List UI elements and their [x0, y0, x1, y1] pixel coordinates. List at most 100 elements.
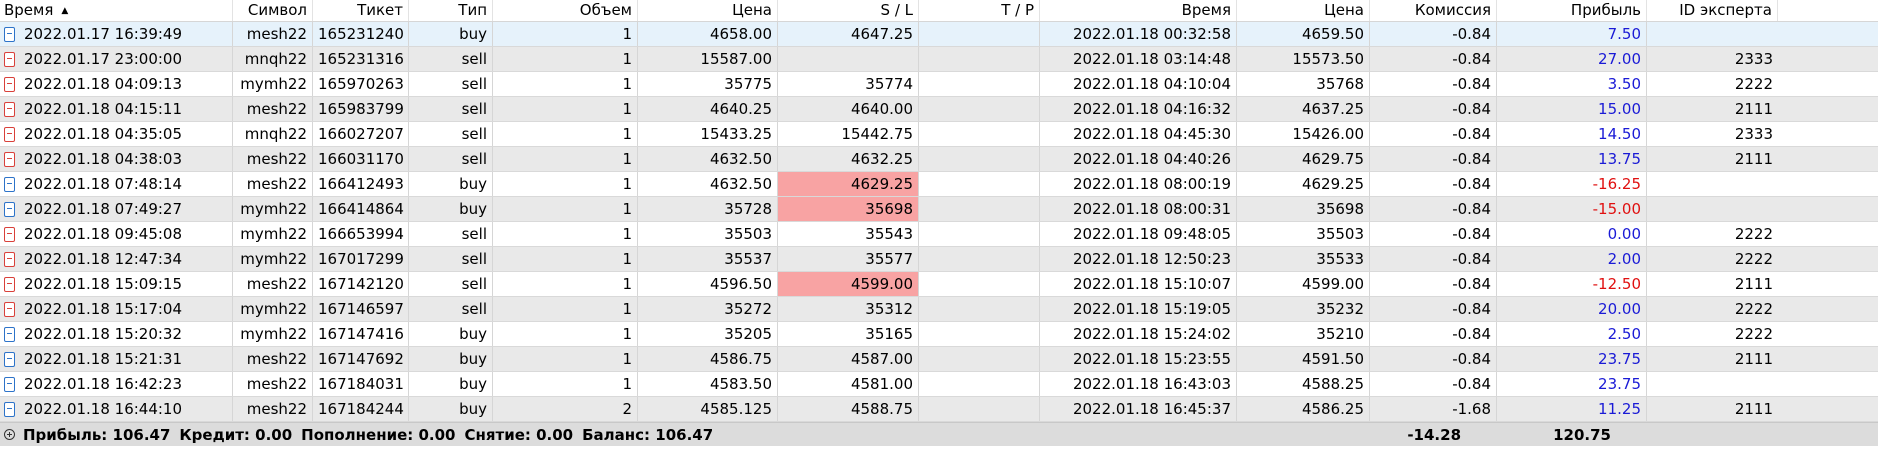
profit-cell: 3.50 [1497, 72, 1647, 96]
table-row[interactable]: 2022.01.18 15:21:31 mesh22 167147692 buy 1 45… [0, 347, 1878, 372]
column-header-open-time[interactable]: Время ▲ [0, 0, 233, 21]
sell-deal-icon [4, 276, 15, 292]
table-row[interactable]: 2022.01.18 16:42:23 mesh22 167184031 buy 1 45… [0, 372, 1878, 397]
column-header-price[interactable]: Цена [638, 0, 778, 21]
column-header-commission[interactable]: Комиссия [1370, 0, 1497, 21]
table-row[interactable]: 2022.01.18 09:45:08 mymh22 166653994 sell 1 3… [0, 222, 1878, 247]
commission-cell: -0.84 [1370, 322, 1497, 346]
commission-cell: -0.84 [1370, 197, 1497, 221]
close-time-cell: 2022.01.18 16:45:37 [1040, 397, 1237, 421]
commission-cell: -0.84 [1370, 272, 1497, 296]
expert-id-cell: 2111 [1734, 150, 1773, 168]
symbol-cell: mesh22 [233, 97, 313, 121]
table-row[interactable]: 2022.01.18 04:09:13 mymh22 165970263 sell 1 3… [0, 72, 1878, 97]
expert-id-cell [1647, 197, 1778, 221]
close-price-cell: 4629.25 [1237, 172, 1370, 196]
type-cell: sell [409, 272, 493, 296]
commission-cell: -0.84 [1370, 47, 1497, 71]
column-header-ticket[interactable]: Тикет [313, 0, 409, 21]
table-row[interactable]: 2022.01.18 04:15:11 mesh22 165983799 sell 1 4… [0, 97, 1878, 122]
close-price-cell: 4599.00 [1237, 272, 1370, 296]
ticket-cell: 166653994 [313, 222, 409, 246]
price-cell: 35775 [638, 72, 778, 96]
profit-cell: -16.25 [1497, 172, 1647, 196]
price-cell: 4583.50 [638, 372, 778, 396]
table-row[interactable]: 2022.01.18 12:47:34 mymh22 167017299 sell 1 3… [0, 247, 1878, 272]
expand-plus-icon[interactable] [4, 429, 15, 440]
volume-cell: 1 [493, 347, 638, 371]
open-time-cell: 2022.01.18 07:48:14 [0, 172, 233, 196]
sell-deal-icon [4, 251, 15, 267]
open-time-cell: 2022.01.18 15:20:32 [0, 322, 233, 346]
column-header-close-time[interactable]: Время [1040, 0, 1237, 21]
profit-cell: 15.00 [1497, 97, 1647, 121]
price-cell: 15587.00 [638, 47, 778, 71]
table-row[interactable]: 2022.01.18 16:44:10 mesh22 167184244 buy 2 45… [0, 397, 1878, 422]
price-cell: 35272 [638, 297, 778, 321]
close-time-cell: 2022.01.18 15:23:55 [1040, 347, 1237, 371]
commission-cell: -0.84 [1370, 22, 1497, 46]
close-time-cell: 2022.01.18 04:45:30 [1040, 122, 1237, 146]
volume-cell: 1 [493, 97, 638, 121]
commission-cell: -1.68 [1370, 397, 1497, 421]
table-row[interactable]: 2022.01.18 15:20:32 mymh22 167147416 buy 1 35… [0, 322, 1878, 347]
buy-deal-icon [4, 326, 15, 342]
column-header-expert-id[interactable]: ID эксперта [1647, 0, 1778, 21]
sl-cell: 4629.25 [778, 172, 919, 196]
expert-id-cell: 2333 [1734, 125, 1773, 143]
expert-id-cell: 2222 [1734, 325, 1773, 343]
open-time-cell: 2022.01.18 15:21:31 [0, 347, 233, 371]
volume-cell: 1 [493, 122, 638, 146]
volume-cell: 1 [493, 322, 638, 346]
close-time-cell: 2022.01.18 09:48:05 [1040, 222, 1237, 246]
tp-cell [919, 22, 1040, 46]
profit-cell: 27.00 [1497, 47, 1647, 71]
column-header-symbol[interactable]: Символ [233, 0, 313, 21]
symbol-cell: mesh22 [233, 397, 313, 421]
table-row[interactable]: 2022.01.18 04:35:05 mnqh22 166027207 sell 1 1… [0, 122, 1878, 147]
sl-cell: 4581.00 [778, 372, 919, 396]
sl-cell: 4647.25 [778, 22, 919, 46]
expert-id-cell: 2111 [1734, 100, 1773, 118]
table-row[interactable]: 2022.01.17 16:39:49 mesh22 165231240 buy 1 46… [0, 22, 1878, 47]
table-row[interactable]: 2022.01.18 15:17:04 mymh22 167146597 sell 1 3… [0, 297, 1878, 322]
symbol-cell: mnqh22 [233, 122, 313, 146]
profit-cell: -12.50 [1497, 272, 1647, 296]
buy-deal-icon [4, 376, 15, 392]
column-header-tp[interactable]: T / P [919, 0, 1040, 21]
symbol-cell: mymh22 [233, 222, 313, 246]
buy-deal-icon [4, 176, 15, 192]
sell-deal-icon [4, 151, 15, 167]
table-row[interactable]: 2022.01.18 04:38:03 mesh22 166031170 sell 1 4… [0, 147, 1878, 172]
expert-id-cell [1647, 372, 1778, 396]
sl-cell: 35312 [778, 297, 919, 321]
tp-cell [919, 247, 1040, 271]
summary-credit: Кредит: 0.00 [179, 425, 293, 444]
column-header-profit[interactable]: Прибыль [1497, 0, 1647, 21]
open-time-cell: 2022.01.18 16:44:10 [0, 397, 233, 421]
expert-id-cell: 2111 [1734, 275, 1773, 293]
column-header-close-price[interactable]: Цена [1237, 0, 1370, 21]
type-cell: sell [409, 297, 493, 321]
column-header-volume[interactable]: Объем [493, 0, 638, 21]
ticket-cell: 167146597 [313, 297, 409, 321]
table-row[interactable]: 2022.01.17 23:00:00 mnqh22 165231316 sell 1 1… [0, 47, 1878, 72]
column-header-type[interactable]: Тип [409, 0, 493, 21]
buy-deal-icon [4, 401, 15, 417]
sell-deal-icon [4, 51, 15, 67]
table-row[interactable]: 2022.01.18 15:09:15 mesh22 167142120 sell 1 4… [0, 272, 1878, 297]
close-time-cell: 2022.01.18 04:10:04 [1040, 72, 1237, 96]
tp-cell [919, 297, 1040, 321]
column-header-sl[interactable]: S / L [778, 0, 919, 21]
price-cell: 35503 [638, 222, 778, 246]
profit-cell: 7.50 [1497, 22, 1647, 46]
price-cell: 4632.50 [638, 147, 778, 171]
table-row[interactable]: 2022.01.18 07:49:27 mymh22 166414864 buy 1 35… [0, 197, 1878, 222]
volume-cell: 1 [493, 272, 638, 296]
sell-deal-icon [4, 126, 15, 142]
type-cell: sell [409, 247, 493, 271]
close-price-cell: 35698 [1237, 197, 1370, 221]
type-cell: buy [409, 397, 493, 421]
close-time-cell: 2022.01.18 08:00:19 [1040, 172, 1237, 196]
table-row[interactable]: 2022.01.18 07:48:14 mesh22 166412493 buy 1 46… [0, 172, 1878, 197]
